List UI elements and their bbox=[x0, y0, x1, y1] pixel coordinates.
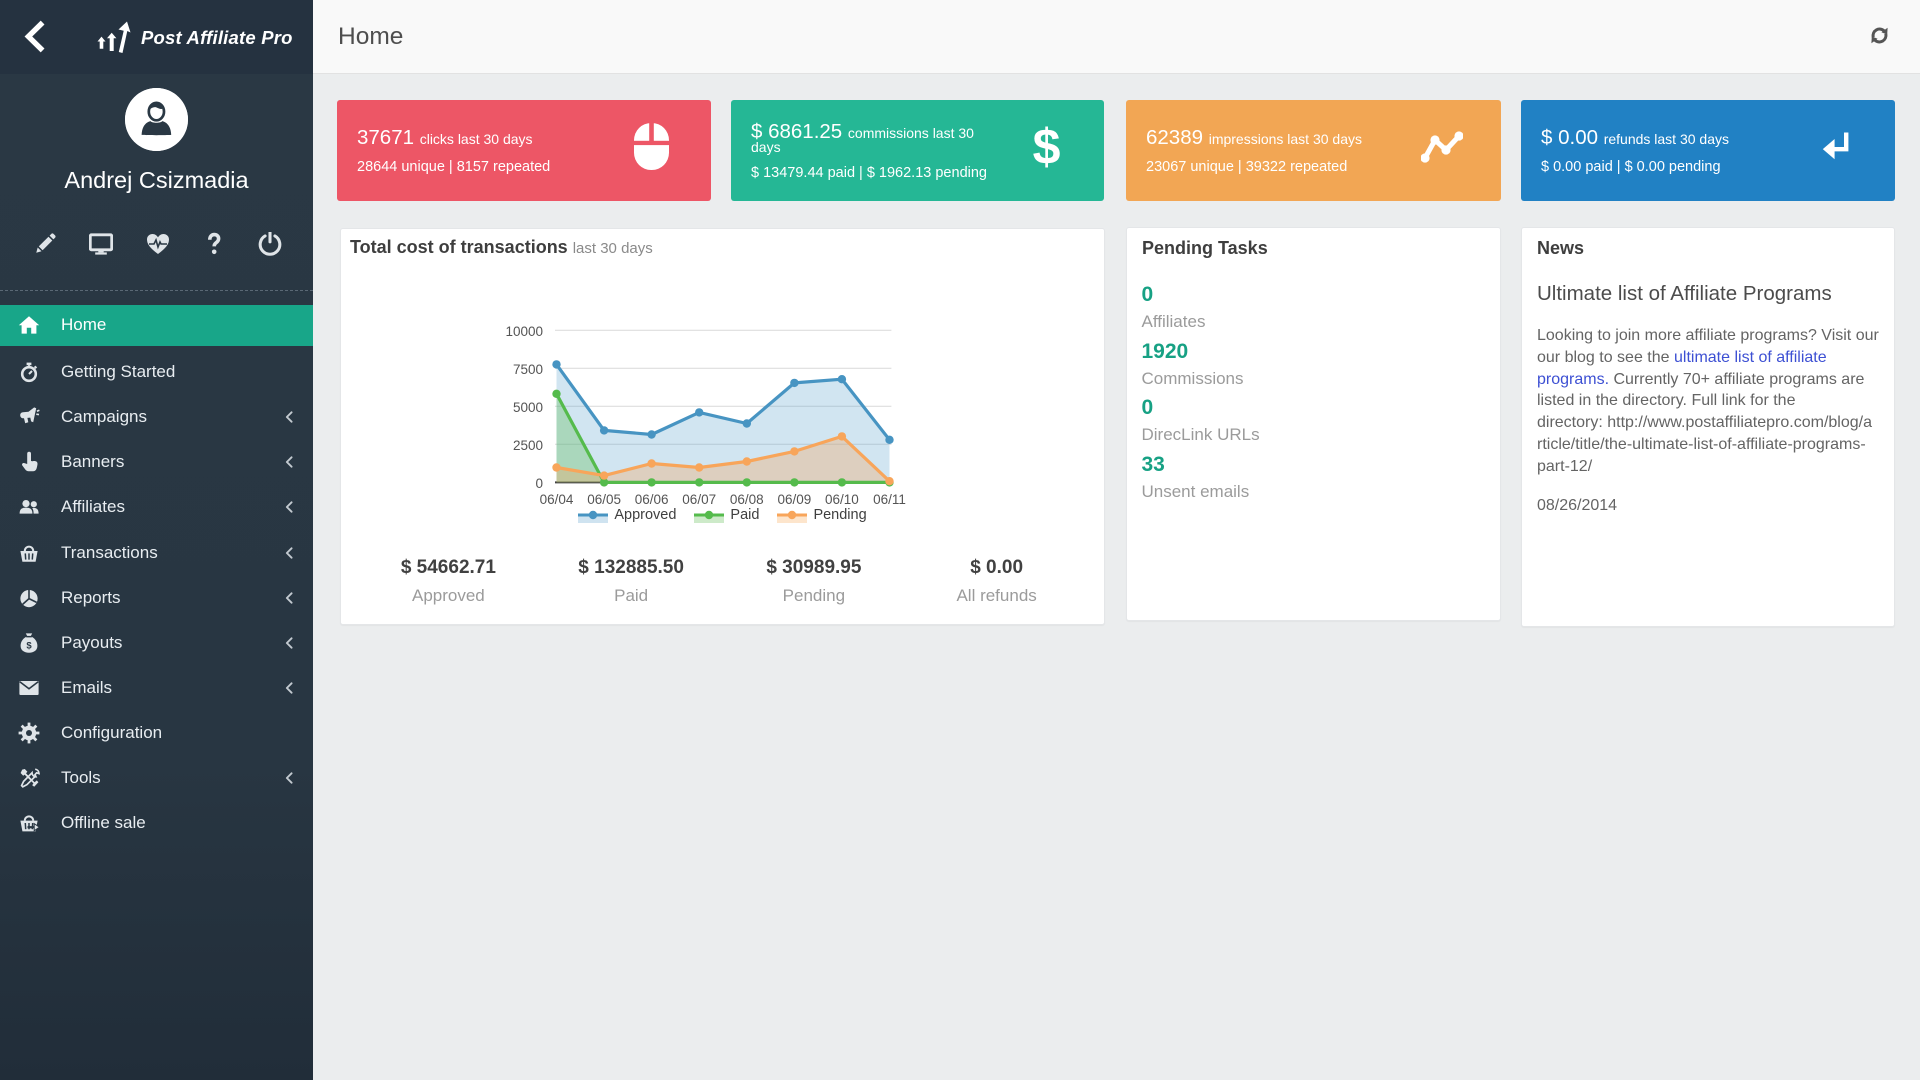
svg-text:06/09: 06/09 bbox=[778, 492, 812, 507]
svg-text:7500: 7500 bbox=[513, 362, 543, 377]
svg-text:5000: 5000 bbox=[513, 400, 543, 415]
svg-text:06/05: 06/05 bbox=[587, 492, 621, 507]
svg-text:10000: 10000 bbox=[505, 324, 543, 339]
svg-text:06/06: 06/06 bbox=[635, 492, 669, 507]
svg-text:06/04: 06/04 bbox=[540, 492, 574, 507]
svg-text:$: $ bbox=[26, 640, 32, 651]
svg-text:06/07: 06/07 bbox=[682, 492, 716, 507]
svg-text:2500: 2500 bbox=[513, 438, 543, 453]
svg-text:0: 0 bbox=[535, 476, 543, 491]
svg-text:06/11: 06/11 bbox=[873, 492, 906, 507]
svg-text:06/10: 06/10 bbox=[825, 492, 859, 507]
svg-text:06/08: 06/08 bbox=[730, 492, 764, 507]
